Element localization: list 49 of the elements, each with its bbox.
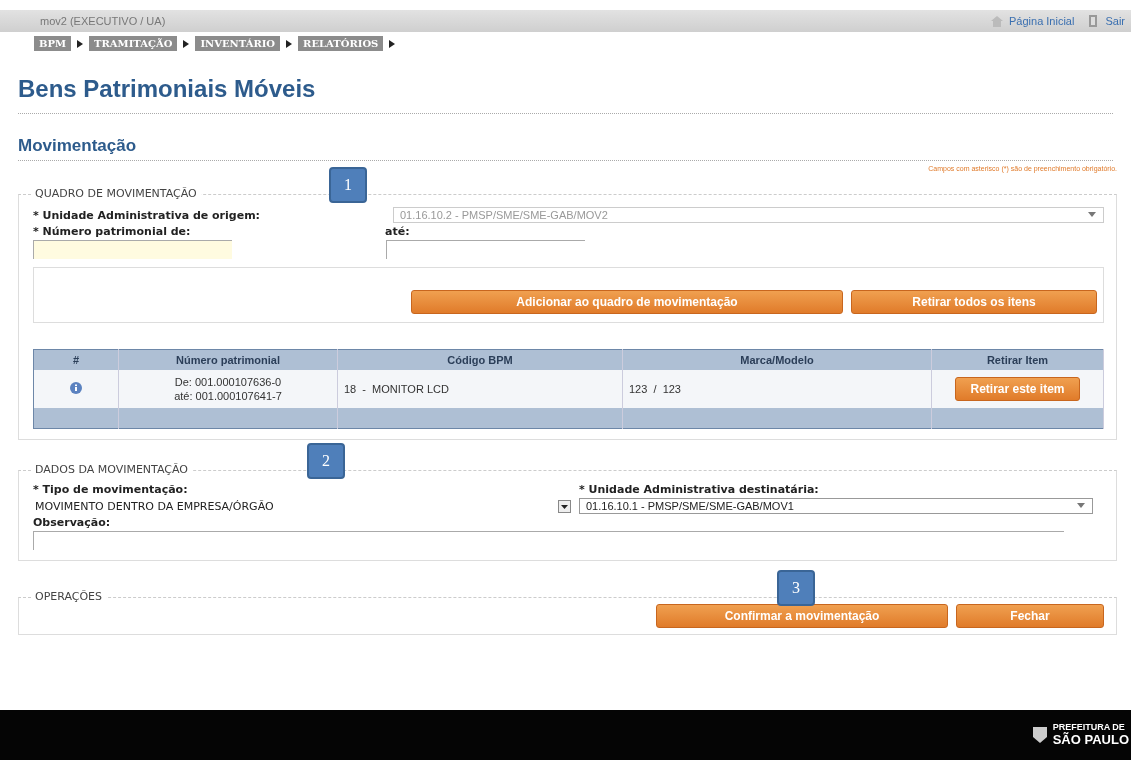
- add-button[interactable]: Adicionar ao quadro de movimentação: [411, 290, 843, 314]
- close-button[interactable]: Fechar: [956, 604, 1104, 628]
- field-label: Observação:: [33, 516, 112, 529]
- dropdown-caret-icon: [558, 499, 571, 513]
- caret-icon: [389, 39, 396, 48]
- column-header: Marca/Modelo: [622, 349, 932, 370]
- menu-tab[interactable]: TRAMITAÇÃO: [89, 36, 178, 51]
- field-label: até:: [385, 225, 410, 238]
- crest-icon: [1032, 727, 1047, 743]
- table-cell: 123 / 123: [622, 370, 932, 408]
- home-link[interactable]: Página Inicial: [991, 15, 1075, 27]
- remove-all-button[interactable]: Retirar todos os itens: [851, 290, 1097, 314]
- confirm-button[interactable]: Confirmar a movimentação: [656, 604, 948, 628]
- menu-tab[interactable]: RELATÓRIOS: [298, 36, 384, 51]
- fieldset-legend: DADOS DA MOVIMENTAÇÃO: [31, 463, 192, 476]
- page-title: Bens Patrimoniais Móveis: [18, 75, 1113, 114]
- field-label: * Unidade Administrativa de origem:: [33, 208, 261, 222]
- destination-select[interactable]: 01.16.10.1 - PMSP/SME/SME-GAB/MOV1: [579, 498, 1093, 514]
- dropdown-caret-icon: [1087, 212, 1097, 218]
- fieldset-legend: OPERAÇÕES: [31, 590, 107, 603]
- section-title: Movimentação: [18, 136, 1113, 161]
- house-icon: [991, 15, 1003, 27]
- table-cell: De: 001.000107636-0 até: 001.000107641-7: [118, 370, 338, 408]
- column-header: #: [33, 349, 119, 370]
- exit-link[interactable]: Sair: [1088, 15, 1125, 27]
- caret-icon: [286, 39, 293, 48]
- caret-icon: [77, 39, 84, 48]
- column-header: Código BPM: [337, 349, 623, 370]
- remove-item-button[interactable]: Retirar este item: [955, 377, 1080, 401]
- menu-tab[interactable]: INVENTÁRIO: [195, 36, 281, 51]
- field-label: * Unidade Administrativa destinatária:: [579, 483, 819, 496]
- callout-badge: 1: [329, 167, 367, 203]
- field-label: * Tipo de movimentação:: [33, 483, 189, 496]
- door-icon: [1088, 15, 1100, 27]
- city-logo: PREFEITURA DE SÃO PAULO: [1052, 722, 1129, 748]
- column-header: Retirar Item: [931, 349, 1104, 370]
- table-cell: 18 - MONITOR LCD: [337, 370, 623, 408]
- callout-badge: 3: [777, 570, 815, 606]
- caret-icon: [183, 39, 190, 48]
- info-icon[interactable]: [70, 382, 82, 394]
- input-field[interactable]: [33, 240, 232, 259]
- column-header: Número patrimonial: [118, 349, 338, 370]
- dropdown-caret-icon: [1076, 503, 1086, 509]
- menu-tab[interactable]: BPM: [34, 36, 72, 51]
- user-label: mov2 (EXECUTIVO / UA): [40, 15, 167, 27]
- callout-badge: 2: [307, 443, 345, 479]
- field-label: * Número patrimonial de:: [33, 225, 192, 238]
- fieldset-legend: QUADRO DE MOVIMENTAÇÃO: [31, 187, 201, 200]
- type-select[interactable]: MOVIMENTO DENTRO DA EMPRESA/ÓRGÃO: [33, 498, 571, 514]
